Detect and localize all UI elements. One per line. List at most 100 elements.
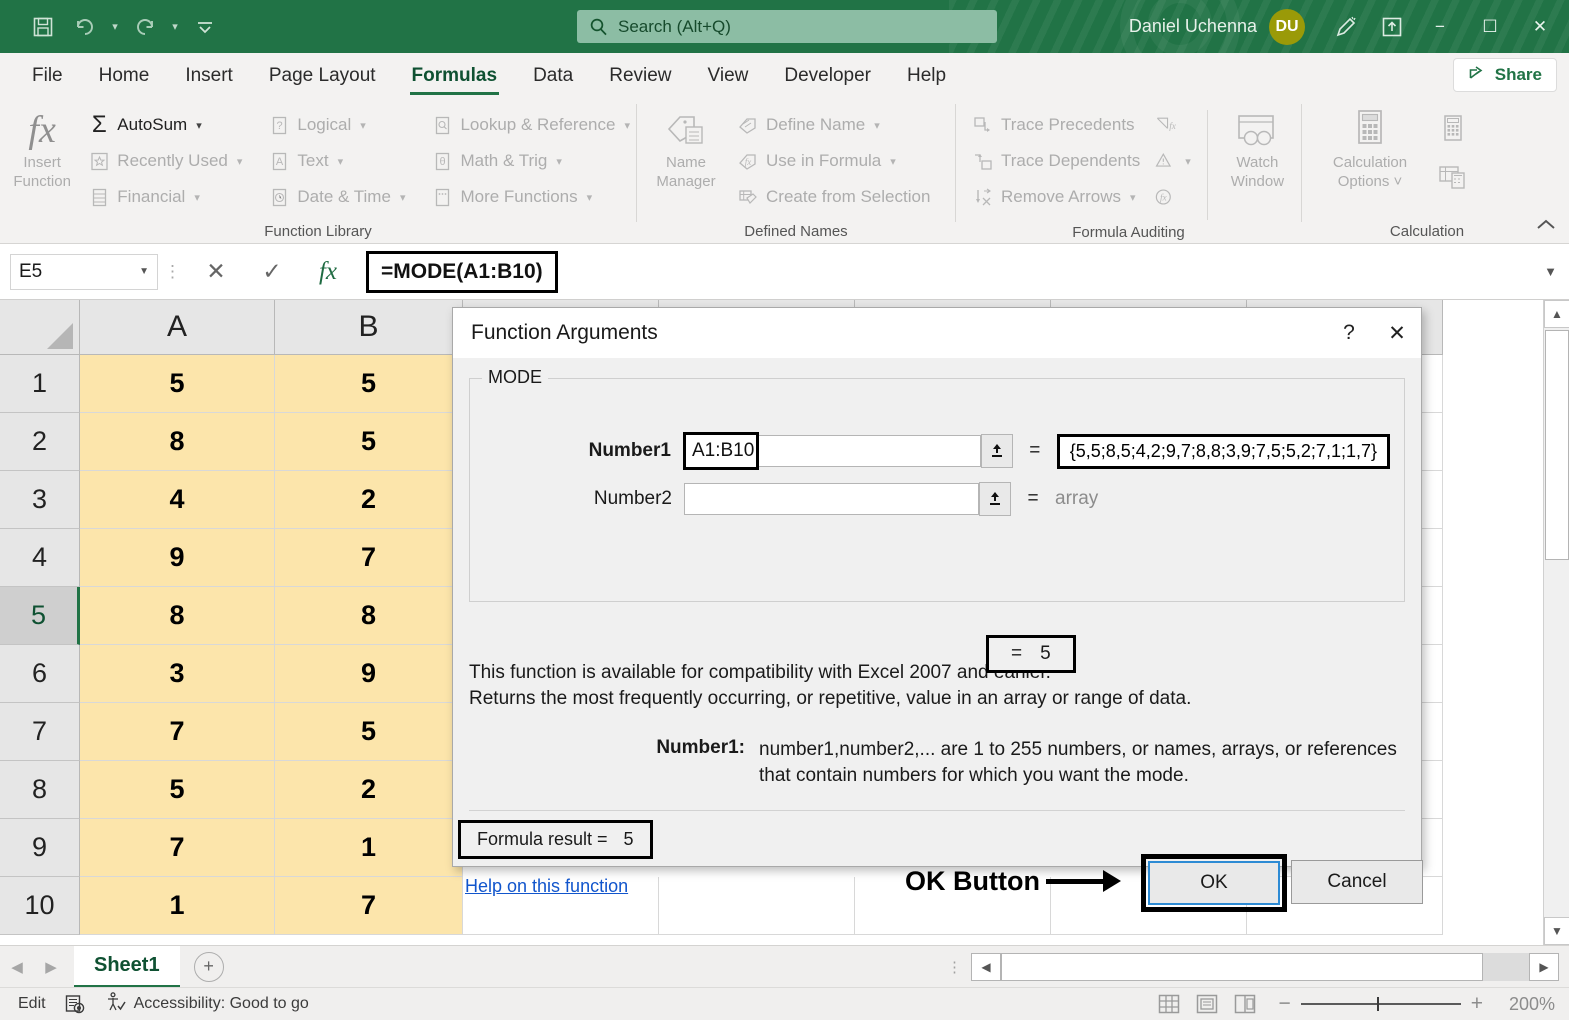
dialog-close-icon[interactable]: ✕	[1373, 308, 1421, 358]
cell-B10[interactable]: 7	[275, 877, 463, 935]
dialog-help-icon[interactable]: ?	[1325, 308, 1373, 358]
insert-function-icon[interactable]: fx	[300, 252, 356, 292]
trace-precedents-button[interactable]: Trace Precedents	[966, 108, 1146, 142]
scroll-right-icon[interactable]: ▶	[1529, 953, 1559, 981]
normal-view-icon[interactable]	[1152, 991, 1186, 1017]
error-checking-button[interactable]: ▾	[1148, 144, 1197, 178]
cell-B3[interactable]: 2	[275, 471, 463, 529]
define-name-button[interactable]: Define Name ▾	[731, 108, 936, 142]
save-icon[interactable]	[22, 9, 64, 45]
create-from-selection-button[interactable]: Create from Selection	[731, 180, 936, 214]
cell-A4[interactable]: 9	[80, 529, 275, 587]
cell-A5[interactable]: 8	[80, 587, 275, 645]
number2-input[interactable]	[684, 483, 979, 515]
chevron-down-icon[interactable]: ▾	[360, 119, 366, 132]
show-formulas-button[interactable]: fx	[1148, 108, 1197, 142]
chevron-down-icon[interactable]: ▾	[338, 155, 344, 168]
tab-data[interactable]: Data	[515, 53, 591, 98]
cell-B6[interactable]: 9	[275, 645, 463, 703]
calculate-now-button[interactable]	[1432, 112, 1474, 146]
chevron-down-icon[interactable]: ▾	[556, 155, 562, 168]
ok-button[interactable]: OK	[1148, 861, 1280, 905]
evaluate-formula-button[interactable]: fx	[1148, 180, 1197, 214]
math-trig-button[interactable]: θ Math & Trig ▾	[425, 144, 636, 178]
zoom-slider[interactable]	[1301, 1003, 1461, 1005]
zoom-out-button[interactable]: −	[1278, 992, 1290, 1016]
enter-formula-icon[interactable]: ✓	[244, 252, 300, 292]
row-header-7[interactable]: 7	[0, 703, 80, 761]
cell-B5[interactable]: 8	[275, 587, 463, 645]
formula-input-area[interactable]: =MODE(A1:B10) ▼	[356, 252, 1569, 292]
collapse-ribbon-icon[interactable]	[1535, 218, 1557, 237]
tab-insert[interactable]: Insert	[167, 53, 251, 98]
date-time-button[interactable]: Date & Time ▾	[262, 180, 411, 214]
calculation-options-button[interactable]: Calculation Options ˅	[1312, 106, 1428, 192]
text-button[interactable]: A Text ▾	[262, 144, 411, 178]
formula-bar-grip[interactable]: ⋮	[158, 262, 188, 282]
insert-function-button[interactable]: fx Insert Function	[6, 106, 78, 192]
column-header-A[interactable]: A	[80, 300, 275, 355]
scroll-left-icon[interactable]: ◀	[971, 953, 1001, 981]
scroll-down-icon[interactable]: ▼	[1544, 917, 1569, 945]
tab-view[interactable]: View	[690, 53, 767, 98]
number1-input-rest[interactable]	[759, 435, 981, 467]
cell-A8[interactable]: 5	[80, 761, 275, 819]
cell-A1[interactable]: 5	[80, 355, 275, 413]
page-layout-view-icon[interactable]	[1190, 991, 1224, 1017]
tab-file[interactable]: File	[14, 53, 81, 98]
autosum-button[interactable]: Σ AutoSum ▾	[82, 108, 248, 142]
scroll-up-icon[interactable]: ▲	[1544, 300, 1569, 328]
tab-home[interactable]: Home	[81, 53, 168, 98]
next-sheet-icon[interactable]: ▶	[34, 958, 68, 976]
add-sheet-button[interactable]: +	[194, 952, 224, 982]
accessibility-status[interactable]: Accessibility: Good to go	[104, 991, 309, 1018]
watch-window-button[interactable]: Watch Window	[1214, 106, 1301, 192]
cell-D10[interactable]	[659, 877, 855, 935]
expand-formula-bar-icon[interactable]: ▼	[1544, 264, 1557, 279]
chevron-down-icon[interactable]: ▾	[874, 119, 880, 132]
tab-formulas[interactable]: Formulas	[394, 53, 516, 98]
row-header-8[interactable]: 8	[0, 761, 80, 819]
row-header-3[interactable]: 3	[0, 471, 80, 529]
maximize-button[interactable]: ☐	[1465, 0, 1515, 53]
previous-sheet-icon[interactable]: ◀	[0, 958, 34, 976]
horizontal-scroll-grip[interactable]: ⋮	[947, 958, 971, 976]
cancel-formula-icon[interactable]: ✕	[188, 252, 244, 292]
cell-A10[interactable]: 1	[80, 877, 275, 935]
cell-B1[interactable]: 5	[275, 355, 463, 413]
tab-help[interactable]: Help	[889, 53, 964, 98]
redo-dropdown-icon[interactable]: ▾	[166, 9, 184, 45]
ribbon-display-options-icon[interactable]	[1369, 7, 1415, 47]
redo-icon[interactable]	[124, 9, 166, 45]
close-button[interactable]: ✕	[1515, 0, 1565, 53]
zoom-level[interactable]: 200%	[1497, 994, 1555, 1015]
cell-B8[interactable]: 2	[275, 761, 463, 819]
row-header-2[interactable]: 2	[0, 413, 80, 471]
undo-dropdown-icon[interactable]: ▾	[106, 9, 124, 45]
vertical-scrollbar[interactable]: ▲ ▼	[1543, 300, 1569, 945]
number1-collapse-dialog-icon[interactable]	[981, 434, 1013, 468]
tab-page-layout[interactable]: Page Layout	[251, 53, 394, 98]
calculate-sheet-button[interactable]	[1432, 160, 1474, 194]
draw-pen-icon[interactable]	[1323, 7, 1369, 47]
chevron-down-icon[interactable]: ▾	[400, 191, 406, 204]
vertical-scrollbar-thumb[interactable]	[1545, 330, 1569, 560]
more-functions-button[interactable]: More Functions ▾	[425, 180, 636, 214]
undo-icon[interactable]	[64, 9, 106, 45]
cell-A6[interactable]: 3	[80, 645, 275, 703]
minimize-button[interactable]: −	[1415, 0, 1465, 53]
lookup-reference-button[interactable]: Lookup & Reference ▾	[425, 108, 636, 142]
use-in-formula-button[interactable]: fx Use in Formula ▾	[731, 144, 936, 178]
remove-arrows-button[interactable]: Remove Arrows ▾	[966, 180, 1146, 214]
chevron-down-icon[interactable]: ▾	[194, 191, 200, 204]
row-header-4[interactable]: 4	[0, 529, 80, 587]
share-button[interactable]: Share	[1453, 58, 1557, 92]
cell-A3[interactable]: 4	[80, 471, 275, 529]
help-on-this-function-link[interactable]: Help on this function	[465, 876, 628, 897]
horizontal-scrollbar-thumb[interactable]	[1001, 953, 1483, 981]
chevron-down-icon[interactable]: ▾	[1130, 191, 1136, 204]
financial-button[interactable]: Financial ▾	[82, 180, 248, 214]
column-header-B[interactable]: B	[275, 300, 463, 355]
cancel-button[interactable]: Cancel	[1291, 860, 1423, 904]
formula-input[interactable]: =MODE(A1:B10)	[366, 251, 558, 293]
